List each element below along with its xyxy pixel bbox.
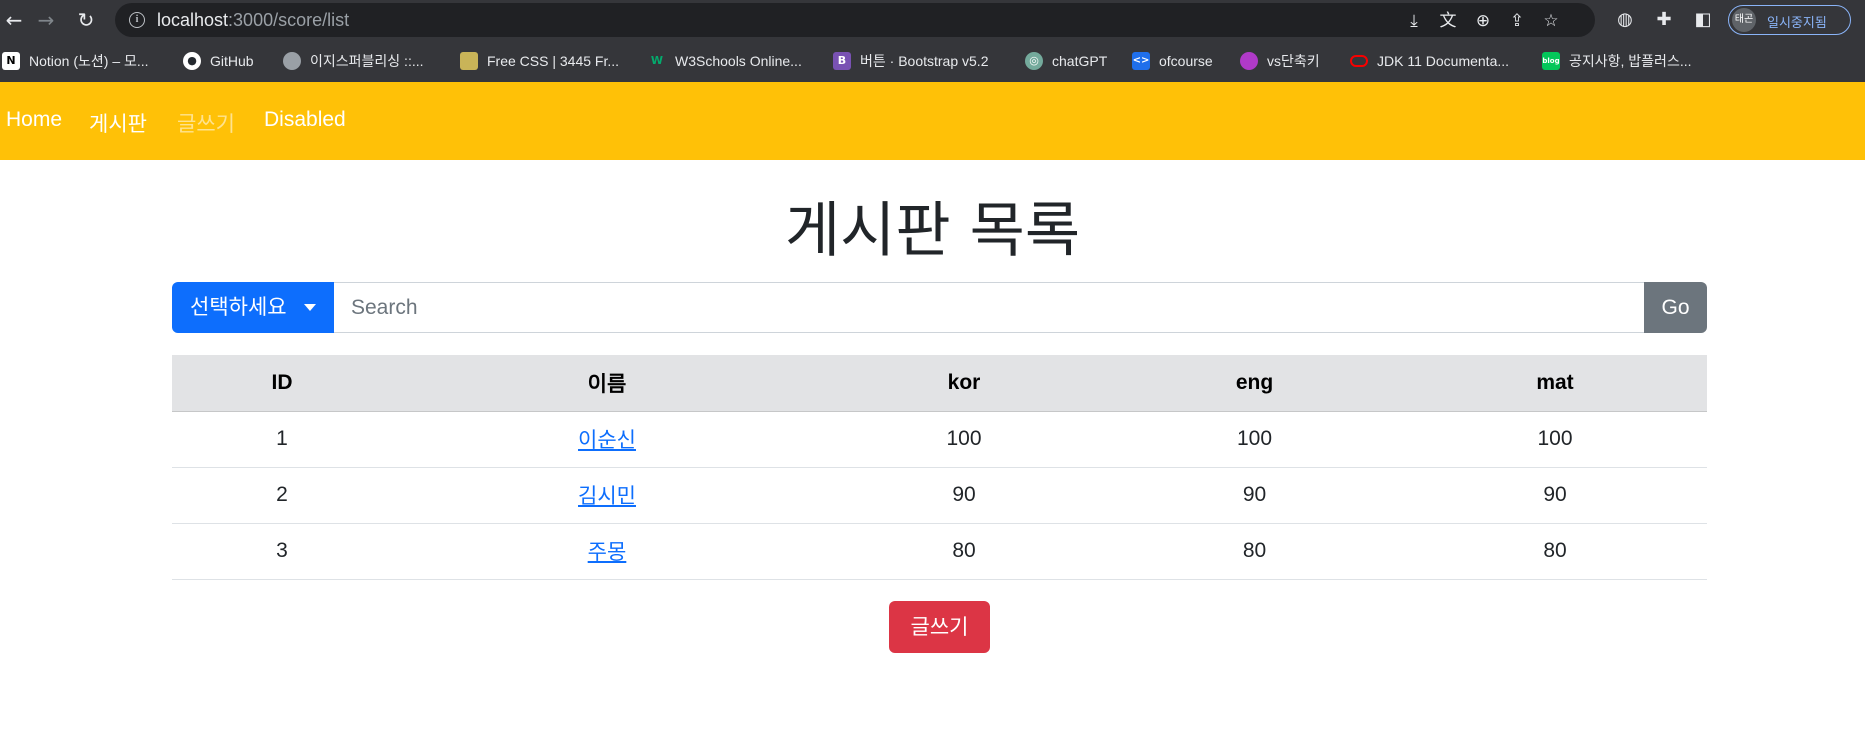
caret-down-icon [304, 304, 316, 311]
side-panel-icon[interactable]: ◧ [1691, 8, 1715, 32]
search-group: 선택하세요 Go [172, 282, 1707, 333]
forward-icon[interactable]: → [32, 6, 60, 34]
write-button[interactable]: 글쓰기 [889, 601, 990, 653]
cell-kor: 100 [822, 411, 1106, 468]
w3schools-icon: W [650, 54, 664, 67]
bookmarks-bar: N Notion (노션) – 모... ● GitHub 이지스퍼블리싱 ::… [0, 40, 1865, 82]
site-info-icon[interactable]: i [129, 12, 145, 28]
bookmark-github[interactable]: ● GitHub [183, 50, 254, 72]
dropdown-label: 선택하세요 [190, 295, 287, 319]
oracle-icon [1350, 55, 1368, 67]
bookmark-w3schools[interactable]: W W3Schools Online... [648, 50, 802, 72]
table-row: 2 김시민 90 90 90 [172, 467, 1707, 524]
profile-button[interactable]: 태곤 일시중지됨 [1728, 5, 1851, 35]
name-link[interactable]: 주몽 [588, 541, 627, 564]
bookmark-chatgpt[interactable]: ◎ chatGPT [1025, 50, 1107, 72]
cell-eng: 80 [1106, 523, 1403, 580]
cell-id: 3 [172, 523, 392, 580]
cell-eng: 100 [1106, 411, 1403, 468]
bookmark-easys[interactable]: 이지스퍼블리싱 ::... [283, 50, 424, 72]
go-button[interactable]: Go [1644, 282, 1707, 333]
bookmark-freecss[interactable]: Free CSS | 3445 Fr... [460, 50, 619, 72]
name-link[interactable]: 이순신 [578, 429, 636, 452]
globe-icon [283, 52, 301, 70]
cell-name: 김시민 [392, 467, 822, 524]
cell-kor: 90 [822, 467, 1106, 524]
translate-icon[interactable]: 文 [1437, 10, 1459, 32]
bookmark-notion[interactable]: N Notion (노션) – 모... [2, 50, 149, 72]
zoom-icon[interactable]: ⊕ [1472, 10, 1494, 32]
nav-board[interactable]: 게시판 [89, 108, 147, 138]
bookmark-ofcourse[interactable]: <> ofcourse [1132, 50, 1213, 72]
notion-icon: N [2, 52, 20, 70]
nav-write[interactable]: 글쓰기 [177, 108, 235, 138]
search-input[interactable] [334, 282, 1647, 333]
bookmark-bootstrap[interactable]: B 버튼 · Bootstrap v5.2 [833, 50, 988, 72]
freecss-icon [460, 52, 478, 70]
bookmark-jdk[interactable]: JDK 11 Documenta... [1350, 50, 1509, 72]
blog-icon: blog [1542, 52, 1560, 70]
code-icon: <> [1132, 52, 1150, 70]
header-kor: kor [822, 355, 1106, 412]
back-icon[interactable]: ← [0, 6, 28, 34]
cell-id: 2 [172, 467, 392, 524]
extensions-puzzle-icon[interactable]: ✚ [1652, 8, 1676, 32]
chatgpt-icon: ◎ [1025, 52, 1043, 70]
install-icon[interactable]: ⤓ [1403, 10, 1425, 32]
bookmark-bapplus[interactable]: blog 공지사항, 밥플러스... [1542, 50, 1692, 72]
cell-name: 주몽 [392, 523, 822, 580]
share-icon[interactable]: ⇪ [1506, 10, 1528, 32]
header-eng: eng [1106, 355, 1403, 412]
cell-kor: 80 [822, 523, 1106, 580]
name-link[interactable]: 김시민 [578, 485, 636, 508]
header-id: ID [172, 355, 392, 412]
profile-status-label: 일시중지됨 [1767, 16, 1827, 31]
browser-toolbar: ← → ↻ i localhost:3000/score/list ⤓ 文 ⊕ … [0, 0, 1865, 40]
avatar: 태곤 [1732, 8, 1756, 32]
bootstrap-icon: B [833, 52, 851, 70]
reload-icon[interactable]: ↻ [72, 6, 100, 34]
page-title: 게시판 목록 [784, 196, 1081, 266]
vs-icon [1240, 52, 1258, 70]
github-icon: ● [183, 52, 201, 70]
header-name: 이름 [392, 355, 822, 412]
site-navbar: Home 게시판 글쓰기 Disabled [0, 82, 1865, 160]
table-row: 1 이순신 100 100 100 [172, 411, 1707, 468]
globe-extension-icon[interactable]: ◍ [1613, 8, 1637, 32]
address-url[interactable]: localhost:3000/score/list [157, 10, 349, 31]
search-field-dropdown[interactable]: 선택하세요 [172, 282, 334, 333]
bookmark-vs[interactable]: vs단축키 [1240, 50, 1320, 72]
table-row: 3 주몽 80 80 80 [172, 523, 1707, 580]
cell-mat: 100 [1403, 411, 1707, 468]
cell-name: 이순신 [392, 411, 822, 468]
cell-eng: 90 [1106, 467, 1403, 524]
nav-disabled: Disabled [264, 108, 346, 131]
bookmark-star-icon[interactable]: ☆ [1540, 10, 1562, 32]
nav-home[interactable]: Home [6, 108, 62, 132]
address-bar[interactable]: i localhost:3000/score/list ⤓ 文 ⊕ ⇪ ☆ [115, 3, 1595, 37]
cell-mat: 80 [1403, 523, 1707, 580]
cell-id: 1 [172, 411, 392, 468]
header-mat: mat [1403, 355, 1707, 412]
cell-mat: 90 [1403, 467, 1707, 524]
table-header-row: ID 이름 kor eng mat [172, 355, 1707, 412]
score-table: ID 이름 kor eng mat 1 이순신 100 100 100 2 김시… [172, 355, 1707, 580]
